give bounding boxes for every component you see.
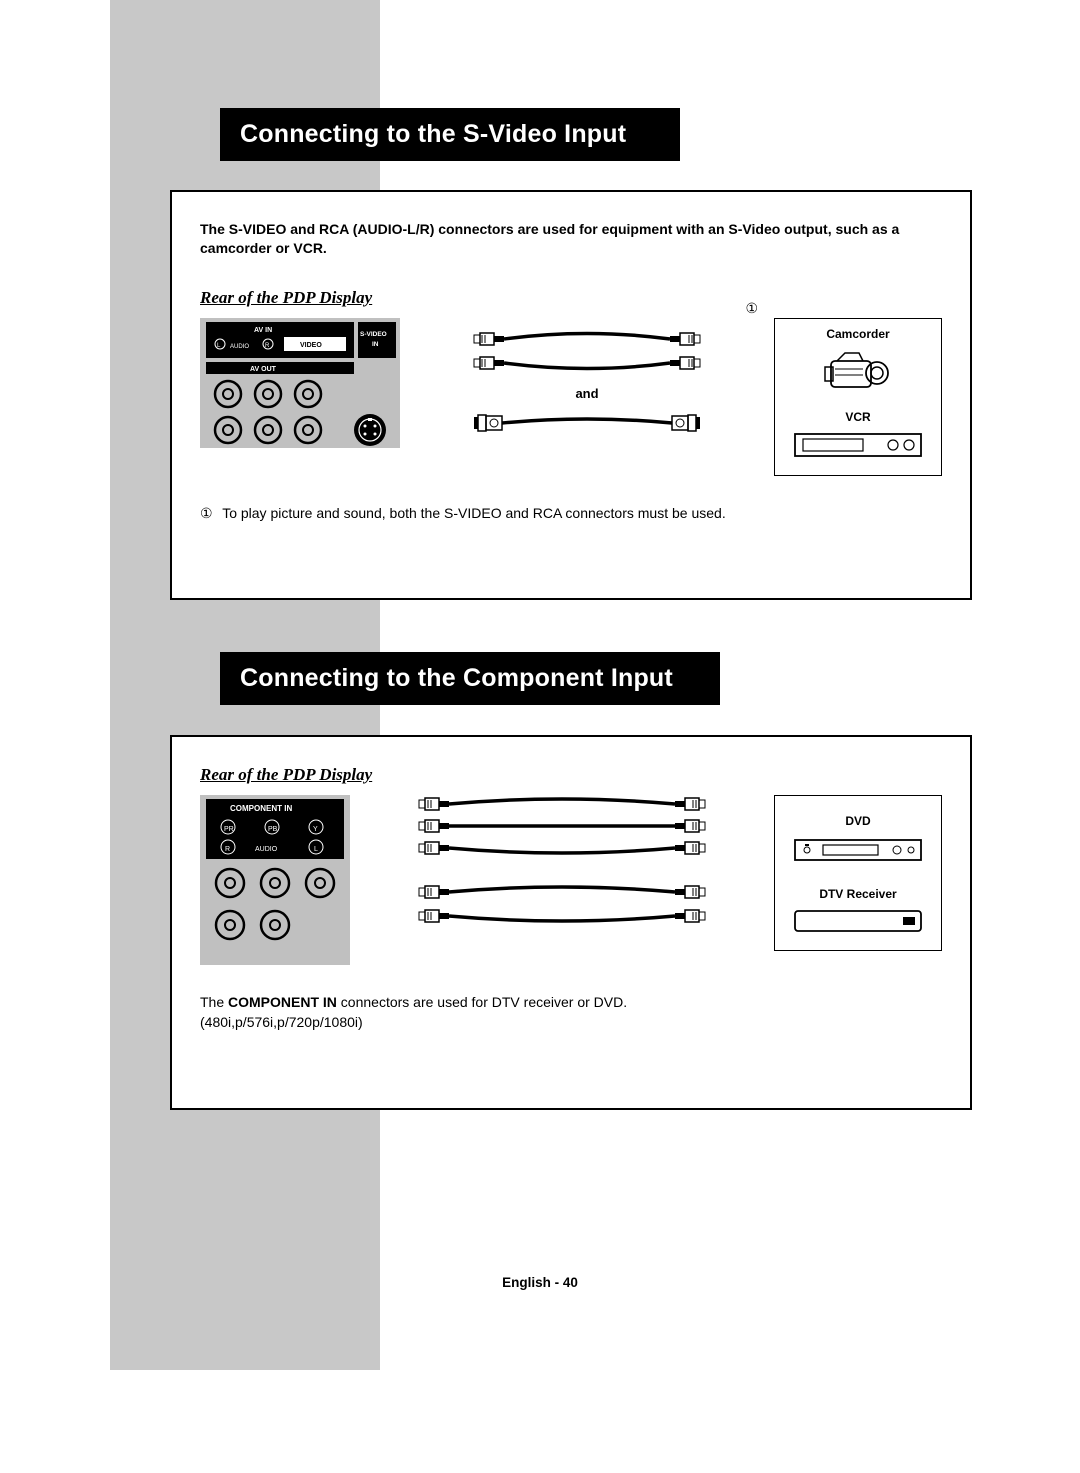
svg-text:VIDEO: VIDEO bbox=[300, 342, 322, 349]
svg-text:PB: PB bbox=[268, 826, 278, 833]
page-footer: English - 40 bbox=[0, 1275, 1080, 1290]
vcr-label: VCR bbox=[789, 410, 927, 424]
device-box-1: Camcorder VCR bbox=[774, 318, 942, 476]
note2-bold: COMPONENT IN bbox=[228, 994, 337, 1010]
note2-pre: The bbox=[200, 994, 228, 1010]
note2-line2: (480i,p/576i,p/720p/1080i) bbox=[200, 1014, 363, 1030]
dvd-player-icon bbox=[793, 834, 923, 864]
svg-text:AUDIO: AUDIO bbox=[255, 846, 278, 853]
note-2: The COMPONENT IN connectors are used for… bbox=[200, 993, 942, 1032]
rear-panel-svideo-icon: AV IN L AUDIO R VIDEO S-VIDEO IN AV OUT bbox=[200, 318, 400, 448]
svg-text:IN: IN bbox=[372, 341, 379, 348]
rca-cable-icon bbox=[472, 330, 702, 374]
note-text-1: To play picture and sound, both the S-VI… bbox=[222, 505, 726, 521]
svg-text:R: R bbox=[225, 846, 230, 853]
cables-column-2 bbox=[370, 795, 754, 945]
svg-text:COMPONENT IN: COMPONENT IN bbox=[230, 804, 292, 813]
dtv-label: DTV Receiver bbox=[789, 887, 927, 901]
diagram-row-1: AV IN L AUDIO R VIDEO S-VIDEO IN AV OUT bbox=[200, 318, 942, 476]
diagram-row-2: COMPONENT IN PR PB Y R AUDIO L bbox=[200, 795, 942, 965]
svg-text:L: L bbox=[314, 846, 318, 853]
dvd-label: DVD bbox=[789, 814, 927, 828]
cable-and-label: and bbox=[575, 386, 598, 401]
rear-label-2: Rear of the PDP Display bbox=[200, 765, 942, 785]
svg-text:S-VIDEO: S-VIDEO bbox=[360, 331, 387, 338]
note2-post: connectors are used for DTV receiver or … bbox=[337, 994, 627, 1010]
vcr-icon bbox=[793, 430, 923, 460]
note-marker-1: ① bbox=[200, 505, 213, 521]
rear-label-1: Rear of the PDP Display bbox=[200, 288, 942, 308]
marker-1: ① bbox=[745, 300, 758, 317]
svg-text:PR: PR bbox=[224, 826, 234, 833]
content-box-svideo: The S-VIDEO and RCA (AUDIO-L/R) connecto… bbox=[170, 190, 972, 600]
intro-text: The S-VIDEO and RCA (AUDIO-L/R) connecto… bbox=[200, 220, 942, 258]
svideo-cable-icon bbox=[472, 413, 702, 433]
svg-text:R: R bbox=[265, 343, 270, 349]
camcorder-label: Camcorder bbox=[789, 327, 927, 341]
cables-column-1: ① bbox=[420, 318, 754, 433]
svg-text:AV OUT: AV OUT bbox=[250, 366, 277, 373]
device-box-2: DVD DTV Receiver bbox=[774, 795, 942, 951]
note-1: ① To play picture and sound, both the S-… bbox=[200, 504, 942, 524]
section-title-svideo: Connecting to the S-Video Input bbox=[220, 108, 680, 161]
content-box-component: Rear of the PDP Display COMPONENT IN PR … bbox=[170, 735, 972, 1110]
component-cables-icon bbox=[417, 795, 707, 945]
dtv-receiver-icon bbox=[793, 907, 923, 935]
svg-text:AUDIO: AUDIO bbox=[230, 344, 249, 350]
section-title-component: Connecting to the Component Input bbox=[220, 652, 720, 705]
rear-panel-component-icon: COMPONENT IN PR PB Y R AUDIO L bbox=[200, 795, 350, 965]
svg-text:Y: Y bbox=[313, 826, 318, 833]
svg-text:AV IN: AV IN bbox=[254, 327, 272, 334]
camcorder-icon bbox=[823, 347, 893, 395]
